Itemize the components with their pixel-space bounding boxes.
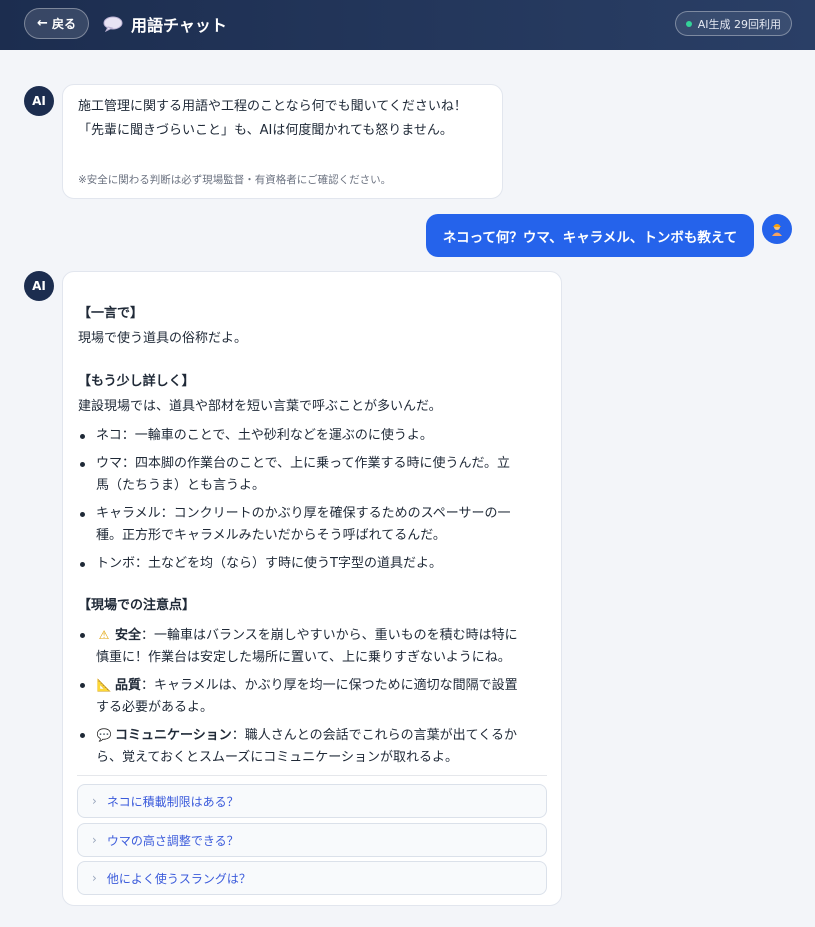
caution-item-safety: ⚠ 安全：一輪車はバランスを崩しやすいから、重いものを積む時は特に 慎重に！作業台…: [78, 624, 548, 669]
user-avatar: [762, 214, 792, 244]
intro-line-1: 施工管理に関する用語や工程のことなら何でも聞いてくださいね！: [78, 99, 467, 114]
section-heading-summary: 【一言で】: [78, 306, 144, 321]
detail-intro: 建設現場では、道具や部材を短い言葉で呼ぶことが多いんだ。: [78, 399, 442, 414]
list-item: ネコ：一輪車のことで、土や砂利などを運ぶのに使うよ。: [78, 425, 548, 447]
back-button-label: 戻る: [51, 17, 76, 31]
section-heading-detail: 【もう少し詳しく】: [78, 374, 195, 389]
chevron-right-icon: ›: [92, 794, 97, 808]
back-button[interactable]: ← 戻る: [24, 8, 89, 39]
ai-avatar: AI: [24, 86, 54, 116]
chevron-right-icon: ›: [92, 833, 97, 847]
triangle-ruler-icon: 📐: [96, 678, 112, 692]
summary-text: 現場で使う道具の俗称だよ。: [78, 331, 248, 346]
worker-icon: [772, 224, 782, 236]
suggestion-button[interactable]: › ネコに積載制限はある？: [77, 784, 547, 818]
arrow-left-icon: ←: [37, 16, 48, 31]
divider: [77, 775, 547, 776]
usage-text: AI生成 29回利用: [697, 17, 781, 31]
speech-bubble-icon: 💬: [96, 728, 112, 742]
list-item: ウマ：四本脚の作業台のことで、上に乗って作業する時に使うんだ。立 馬（たちうま）…: [78, 453, 548, 497]
intro-line-2: 「先輩に聞きづらいこと」も、AIは何度聞かれても怒りません。: [78, 123, 453, 138]
page-title: 用語チャット: [131, 16, 227, 35]
page-title-group: 用語チャット: [103, 12, 227, 36]
user-message-bubble: ネコって何？ウマ、キャラメル、トンボも教えて: [426, 214, 754, 257]
section-heading-caution: 【現場での注意点】: [78, 598, 196, 613]
safety-note: ※安全に関わる判断は必ず現場監督・有資格者にご確認ください。: [78, 174, 392, 186]
ai-intro-bubble: 施工管理に関する用語や工程のことなら何でも聞いてくださいね！ 「先輩に聞きづらい…: [62, 84, 503, 199]
suggestion-button[interactable]: › 他によく使うスラングは？: [77, 861, 547, 895]
chevron-right-icon: ›: [92, 871, 97, 885]
caution-item-quality: 📐 品質：キャラメルは、かぶり厚を均一に保つために適切な間隔で設置 する必要がある…: [78, 674, 548, 719]
list-item: キャラメル：コンクリートのかぶり厚を確保するためのスペーサーの一 種。正方形でキ…: [78, 503, 548, 547]
app-header: ← 戻る 用語チャット AI生成 29回利用: [0, 0, 815, 50]
status-dot-icon: [685, 20, 692, 27]
warning-icon: ⚠: [98, 628, 110, 642]
speech-bubble-icon: [103, 16, 123, 32]
ai-avatar: AI: [24, 271, 54, 301]
ai-answer-bubble: 【一言で】 現場で使う道具の俗称だよ。 【もう少し詳しく】 建設現場では、道具や…: [62, 271, 562, 906]
caution-item-communication: 💬 コミュニケーション：職人さんとの会話でこれらの言葉が出てくるか ら、覚えておく…: [78, 724, 548, 769]
list-item: トンボ：土などを均（なら）す時に使うT字型の道具だよ。: [78, 553, 548, 575]
usage-badge: AI生成 29回利用: [674, 11, 792, 36]
suggestion-button[interactable]: › ウマの高さ調整できる？: [77, 823, 547, 857]
